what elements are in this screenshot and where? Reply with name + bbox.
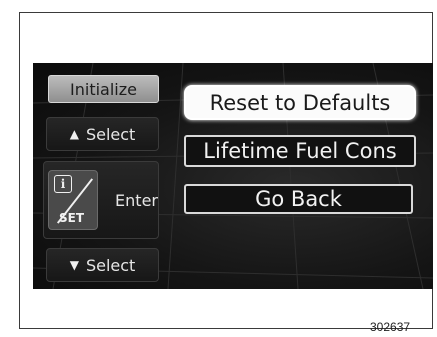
select-down-button[interactable]: ▼ Select xyxy=(46,248,159,282)
info-set-icon: i SET xyxy=(48,170,99,230)
menu-item-lifetime-fuel-cons[interactable]: Lifetime Fuel Cons xyxy=(184,135,416,167)
figure-number: 302637 xyxy=(370,320,411,334)
menu-item-label: Go Back xyxy=(255,187,342,211)
enter-button[interactable]: i SET Enter xyxy=(43,161,159,239)
display-screen: Initialize ▲ Select i SET Enter ▼ Select… xyxy=(33,63,433,289)
menu-item-reset-to-defaults[interactable]: Reset to Defaults xyxy=(184,85,416,120)
select-down-label: Select xyxy=(85,255,136,275)
up-triangle-icon: ▲ xyxy=(69,127,79,141)
initialize-button[interactable]: Initialize xyxy=(48,75,159,103)
select-up-label: Select xyxy=(85,124,136,144)
set-icon-text: SET xyxy=(59,211,85,225)
menu-item-label: Lifetime Fuel Cons xyxy=(203,139,397,163)
menu-item-label: Reset to Defaults xyxy=(209,90,391,115)
select-up-button[interactable]: ▲ Select xyxy=(46,117,159,151)
initialize-label: Initialize xyxy=(70,79,137,99)
enter-label: Enter xyxy=(115,190,158,210)
down-triangle-icon: ▼ xyxy=(69,258,79,272)
menu-item-go-back[interactable]: Go Back xyxy=(184,184,413,214)
